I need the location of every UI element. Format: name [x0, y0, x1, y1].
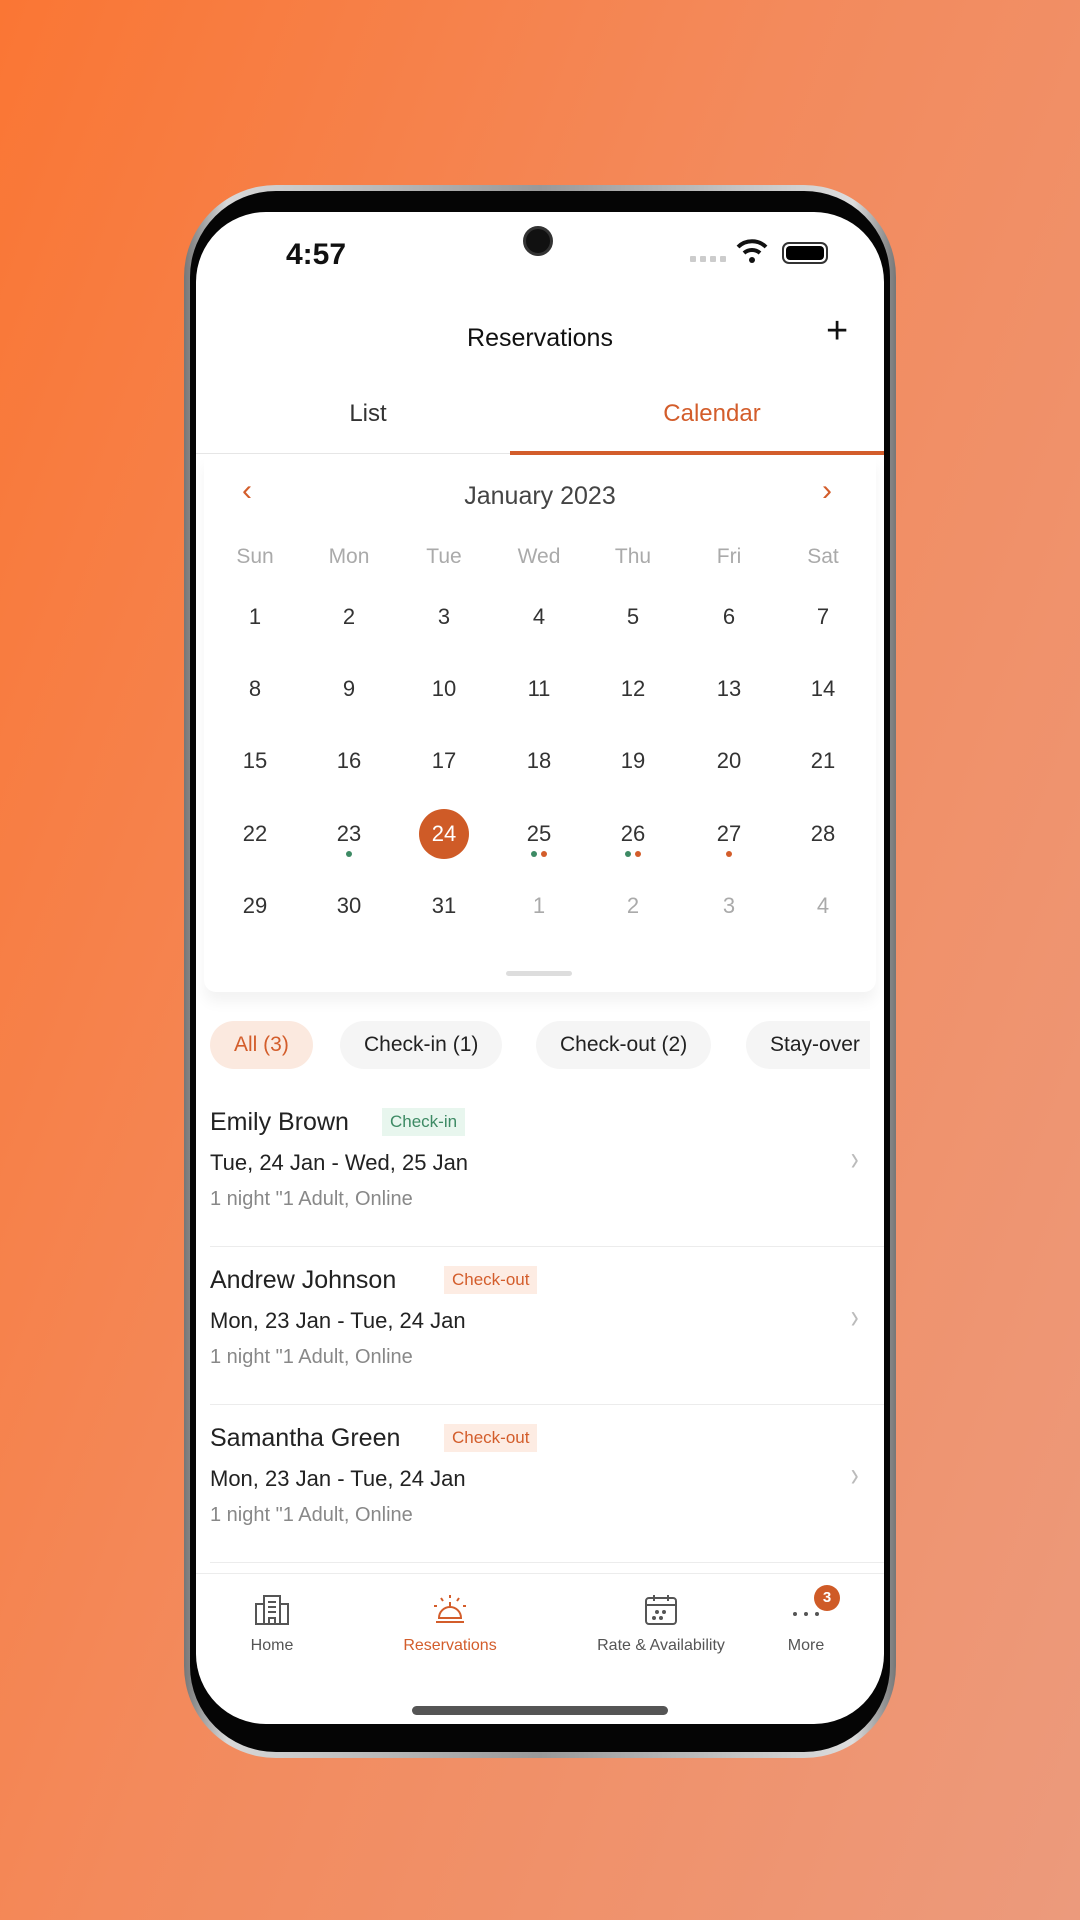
- nav-reservations[interactable]: Reservations: [350, 1594, 550, 1655]
- tab-list[interactable]: List: [196, 400, 540, 428]
- weekday-label: Wed: [517, 545, 561, 568]
- battery-icon: [782, 242, 828, 264]
- calendar-day[interactable]: 28: [783, 821, 863, 847]
- filter-chip[interactable]: Stay-over: [746, 1021, 870, 1069]
- nav-home[interactable]: Home: [196, 1594, 372, 1655]
- nav-label: Home: [250, 1637, 294, 1654]
- page-title: Reservations: [467, 324, 613, 352]
- calendar-day[interactable]: 12: [593, 676, 673, 702]
- chevron-right-icon: ›: [850, 1298, 859, 1336]
- filter-chip[interactable]: Check-out (2): [536, 1021, 712, 1069]
- drag-handle[interactable]: [506, 971, 572, 976]
- filter-chip[interactable]: Check-in (1): [340, 1021, 503, 1069]
- calendar-day[interactable]: 18: [499, 748, 579, 774]
- chevron-right-icon: ›: [850, 1140, 859, 1178]
- stay-dates: Mon, 23 Jan - Tue, 24 Jan: [210, 1308, 466, 1333]
- tab-calendar[interactable]: Calendar: [540, 400, 884, 428]
- event-dots: [309, 851, 389, 857]
- calendar-day[interactable]: 16: [309, 748, 389, 774]
- calendar-day[interactable]: 9: [309, 676, 389, 702]
- reservation-item[interactable]: Samantha Green Check-out Mon, 23 Jan - T…: [210, 1424, 884, 1582]
- weekday-label: Mon: [328, 545, 370, 568]
- nav-more[interactable]: More: [706, 1594, 884, 1655]
- calendar-day[interactable]: 22: [215, 821, 295, 847]
- divider: [210, 1562, 884, 1563]
- nav-divider: [196, 1573, 884, 1574]
- wifi-icon: [736, 239, 768, 263]
- event-dots: [593, 851, 673, 857]
- calendar-day[interactable]: 13: [689, 676, 769, 702]
- calendar-day[interactable]: 7: [783, 604, 863, 630]
- status-time: 4:57: [286, 238, 347, 271]
- more-badge: 3: [814, 1585, 840, 1611]
- stay-dates: Tue, 24 Jan - Wed, 25 Jan: [210, 1150, 469, 1175]
- tab-indicator: [510, 451, 884, 455]
- calendar-icon: [644, 1595, 678, 1630]
- calendar-day[interactable]: 15: [215, 748, 295, 774]
- event-dots: [499, 851, 579, 857]
- calendar-day[interactable]: 8: [215, 676, 295, 702]
- weekday-label: Sat: [807, 545, 839, 568]
- reservation-item[interactable]: Andrew Johnson Check-out Mon, 23 Jan - T…: [210, 1266, 884, 1424]
- calendar-day[interactable]: 3: [689, 893, 769, 919]
- calendar-day[interactable]: 10: [404, 676, 484, 702]
- calendar-day[interactable]: 1: [499, 893, 579, 919]
- chevron-right-icon[interactable]: ›: [822, 474, 832, 508]
- weekday-label: Thu: [614, 545, 652, 568]
- calendar-day[interactable]: 17: [404, 748, 484, 774]
- calendar-day[interactable]: 1: [215, 604, 295, 630]
- calendar-day[interactable]: 19: [593, 748, 673, 774]
- weekday-label: Fri: [716, 545, 742, 568]
- calendar-day[interactable]: 6: [689, 604, 769, 630]
- stay-dates: Mon, 23 Jan - Tue, 24 Jan: [210, 1466, 466, 1491]
- nav-label: More: [787, 1637, 825, 1654]
- home-indicator[interactable]: [412, 1706, 668, 1715]
- chevron-left-icon[interactable]: ‹: [242, 474, 252, 508]
- calendar-day[interactable]: 21: [783, 748, 863, 774]
- reservation-item[interactable]: Emily Brown Check-in Tue, 24 Jan - Wed, …: [210, 1108, 884, 1266]
- more-dots-icon: [789, 1612, 823, 1630]
- calendar-day[interactable]: 26: [593, 821, 673, 857]
- signal-icon: [690, 256, 726, 262]
- guest-name: Emily Brown: [210, 1108, 349, 1136]
- calendar-day[interactable]: 23: [309, 821, 389, 857]
- calendar-day[interactable]: 11: [499, 676, 579, 702]
- calendar-day[interactable]: 2: [593, 893, 673, 919]
- calendar-day[interactable]: 29: [215, 893, 295, 919]
- filter-chip[interactable]: All (3): [210, 1021, 313, 1069]
- calendar-day[interactable]: 31: [404, 893, 484, 919]
- plus-icon[interactable]: +: [826, 312, 848, 350]
- status-badge: Check-in: [382, 1108, 466, 1136]
- calendar-day[interactable]: 2: [309, 604, 389, 630]
- divider: [210, 1404, 884, 1405]
- chevron-right-icon: ›: [850, 1456, 859, 1494]
- event-dots: [689, 851, 769, 857]
- guest-name: Andrew Johnson: [210, 1266, 397, 1294]
- status-badge: Check-out: [444, 1266, 538, 1294]
- weekday-label: Sun: [236, 545, 274, 568]
- calendar-day[interactable]: 14: [783, 676, 863, 702]
- weekday-label: Tue: [426, 545, 462, 568]
- status-badge: Check-out: [444, 1424, 538, 1452]
- nav-label: Reservations: [403, 1637, 497, 1654]
- calendar-day[interactable]: 25: [499, 821, 579, 857]
- calendar-day[interactable]: 20: [689, 748, 769, 774]
- calendar-day[interactable]: 30: [309, 893, 389, 919]
- stay-details: 1 night "1 Adult, Online: [210, 1504, 413, 1526]
- calendar-day[interactable]: 27: [689, 821, 769, 857]
- service-bell-icon: [431, 1595, 469, 1630]
- camera-icon: [523, 226, 553, 256]
- calendar-day[interactable]: 5: [593, 604, 673, 630]
- calendar-day-selected[interactable]: 24: [419, 809, 469, 859]
- stay-details: 1 night "1 Adult, Online: [210, 1188, 413, 1210]
- building-icon: [254, 1595, 290, 1630]
- stay-details: 1 night "1 Adult, Online: [210, 1346, 413, 1368]
- app-screen: 4:57 Reservations + List Calendar Januar…: [196, 212, 884, 1724]
- calendar-day[interactable]: 4: [783, 893, 863, 919]
- guest-name: Samantha Green: [210, 1424, 401, 1452]
- calendar-day[interactable]: 4: [499, 604, 579, 630]
- calendar-day[interactable]: 3: [404, 604, 484, 630]
- divider: [210, 1246, 884, 1247]
- calendar-month: January 2023: [464, 482, 616, 510]
